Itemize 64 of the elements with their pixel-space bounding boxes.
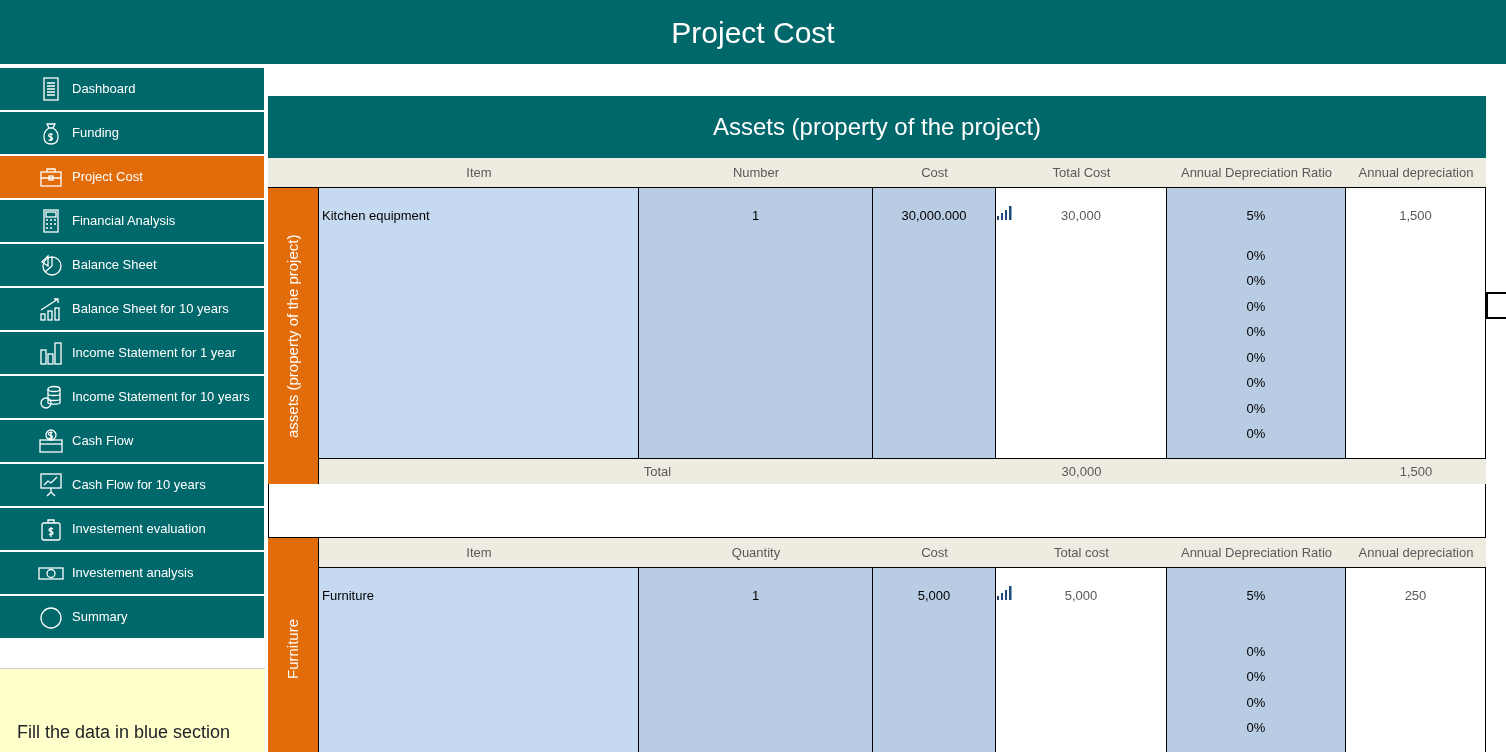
sidebar-item[interactable]: Dashboard (0, 68, 264, 110)
input-cell[interactable]: 0% (1246, 245, 1266, 265)
sidebar-item[interactable]: Cash Flow for 10 years (0, 464, 264, 506)
sidebar-item[interactable]: Income Statement for 1 year (0, 332, 264, 374)
sidebar-item[interactable]: Summary (0, 596, 264, 638)
total-label: Total (319, 458, 996, 484)
table-cell: 30,000 (996, 188, 1167, 458)
section-title: Assets (property of the project) (712, 112, 1042, 142)
column-header: Total Cost (996, 158, 1167, 188)
table-cell: 1,500 (1346, 458, 1486, 484)
input-cell[interactable]: 0% (1246, 641, 1266, 661)
input-cell[interactable]: 0% (1246, 347, 1266, 367)
bar-chart-icon (38, 340, 64, 366)
input-cell[interactable]: 5% (1246, 586, 1266, 606)
sidebar-item[interactable]: Investement evaluation (0, 508, 264, 550)
cell-selection-outline (1486, 292, 1506, 319)
instruction-text: Fill the data in blue section (17, 721, 231, 744)
column-header: Cost (873, 158, 996, 188)
column-header: Quantity (639, 538, 873, 568)
page-title: Project Cost (671, 14, 835, 51)
sidebar-item[interactable]: Funding (0, 112, 264, 154)
column-header: Item (319, 158, 639, 188)
sidebar-item[interactable]: Balance Sheet for 10 years (0, 288, 264, 330)
signal-bars-icon (997, 206, 1013, 220)
header-cell (268, 158, 319, 188)
sidebar-item[interactable]: Investement analysis (0, 552, 264, 594)
presentation-chart-icon (38, 472, 64, 498)
input-cell[interactable]: 0% (1246, 424, 1266, 444)
input-cell[interactable]: 0% (1246, 296, 1266, 316)
column-header: Number (639, 158, 873, 188)
input-cell[interactable]: 0% (1246, 692, 1266, 712)
input-cell[interactable]: 0% (1246, 718, 1266, 738)
input-cell[interactable]: 0% (1246, 398, 1266, 418)
table-cell: 5,000 (996, 568, 1167, 752)
input-cell[interactable]: 0% (1246, 667, 1266, 687)
column-header: Annual Depreciation Ratio (1167, 538, 1346, 568)
input-cell[interactable]: 30,000.000 (873, 188, 996, 458)
column-header: Annual depreciation (1346, 538, 1486, 568)
dollar-case-icon (38, 516, 64, 542)
sidebar-item[interactable]: Cash Flow (0, 420, 264, 462)
input-cell[interactable]: Furniture (319, 568, 639, 752)
input-cell[interactable]: 5% (1246, 206, 1266, 226)
input-cell[interactable]: 1 (639, 568, 873, 752)
circle-icon (38, 604, 64, 630)
input-cell[interactable]: 5,000 (873, 568, 996, 752)
input-cell[interactable]: 0% (1246, 322, 1266, 342)
signal-bars-icon (997, 586, 1013, 600)
column-header: Total cost (996, 538, 1167, 568)
input-cell[interactable]: 0% (1246, 271, 1266, 291)
table-cell: 30,000 (996, 458, 1167, 484)
side-label: Furniture (268, 538, 319, 752)
input-cell[interactable]: Kitchen equipment (319, 188, 639, 458)
column-header: Item (319, 538, 639, 568)
column-header: Annual Depreciation Ratio (1167, 158, 1346, 188)
sidebar-item[interactable]: Balance Sheet (0, 244, 264, 286)
coins-icon (38, 384, 64, 410)
input-cell[interactable]: 1 (639, 188, 873, 458)
side-label: assets (property of the project) (268, 188, 319, 484)
sidebar-item[interactable]: Income Statement for 10 years (0, 376, 264, 418)
input-cell[interactable]: 0% (1246, 373, 1266, 393)
column-header: Cost (873, 538, 996, 568)
sidebar-item[interactable]: Financial Analysis (0, 200, 264, 242)
column-header: Annual depreciation (1346, 158, 1486, 188)
cash-box-icon (38, 428, 64, 454)
